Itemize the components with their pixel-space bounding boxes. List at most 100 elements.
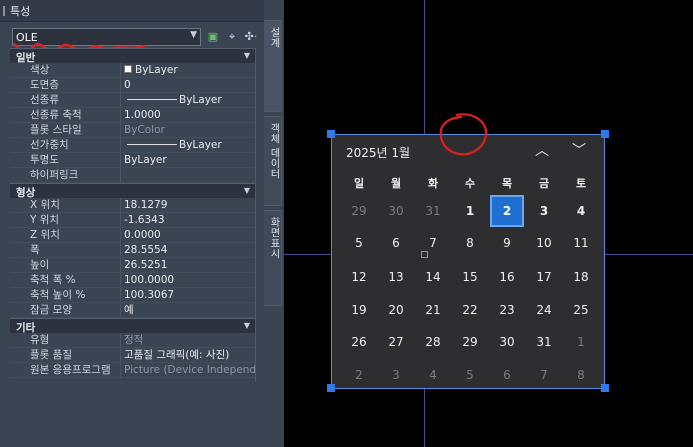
property-value[interactable]: -1.6343 [122,213,256,227]
calendar-day[interactable]: 8 [453,227,487,259]
property-value[interactable]: ByLayer [122,153,256,167]
calendar-day[interactable]: 31 [416,195,450,227]
property-value[interactable]: 18.1279 [122,198,256,212]
property-row[interactable]: 축척 폭 % 100.0000 [10,273,256,288]
selection-grip-top-left[interactable] [327,130,335,138]
property-value[interactable]: 100.0000 [122,273,256,287]
property-row[interactable]: 색상 ByLayer [10,63,256,78]
property-row[interactable]: 잠금 모양 예 [10,303,256,318]
property-value[interactable]: 26.5251 [122,258,256,272]
property-row[interactable]: 플롯 스타일 ByColor [10,123,256,138]
section-header[interactable]: 형상 ▼ [10,183,256,199]
property-row[interactable]: 원본 응용프로그램Picture (Device Independent... [10,363,256,378]
property-row[interactable]: 축척 높이 % 100.3067 [10,288,256,303]
calendar-day[interactable]: 19 [342,294,376,326]
property-value[interactable]: 정적 [122,333,256,347]
tab-design[interactable]: 설계 [264,20,282,112]
calendar-day[interactable]: 3 [527,195,561,227]
calendar-day[interactable]: 7 [527,359,561,391]
calendar-day[interactable]: 25 [564,294,598,326]
calendar-day[interactable]: 30 [379,195,413,227]
property-row[interactable]: 투명도 ByLayer [10,153,256,168]
calendar-day[interactable]: 6 [379,227,413,259]
calendar-day[interactable]: 10 [527,227,561,259]
calendar-day[interactable]: 22 [453,294,487,326]
calendar-day[interactable]: 15 [453,261,487,293]
select-objects-icon[interactable]: ⌖ [224,28,240,45]
section-header[interactable]: 일반 ▼ [10,48,256,64]
property-row[interactable]: 플롯 품질 고품질 그래픽(예: 사진) [10,348,256,363]
calendar-day[interactable]: 9 [490,227,524,259]
property-row[interactable]: 선종류 축척 1.0000 [10,108,256,123]
calendar-day[interactable]: 31 [527,326,561,358]
property-value[interactable]: ByLayer [122,138,256,152]
calendar-day[interactable]: 20 [379,294,413,326]
calendar-day[interactable]: 29 [342,195,376,227]
calendar-day[interactable]: 23 [490,294,524,326]
property-value[interactable]: ByColor [122,123,256,137]
toggle-pickadd-icon[interactable]: ▣ [205,28,221,45]
property-row[interactable]: 높이 26.5251 [10,258,256,273]
calendar-day[interactable]: 6 [490,359,524,391]
calendar-day[interactable]: 27 [379,326,413,358]
collapse-caret-icon[interactable]: ▼ [244,186,250,195]
property-row[interactable]: 선종류 ByLayer [10,93,256,108]
tab-design-label: 설계 [268,27,279,48]
calendar-day[interactable]: 29 [453,326,487,358]
property-value[interactable]: 100.3067 [122,288,256,302]
property-value[interactable] [122,168,256,182]
ole-calendar-image[interactable]: 2025년 1월 ︿ ﹀ 일 월 화 수 목 금 토 29 30 31 1 2 3 4 5 6 7 8 9 10 11 1… [331,134,605,389]
selection-grip-top-right[interactable] [601,130,609,138]
calendar-day[interactable]: 4 [564,195,598,227]
tab-object-data[interactable]: 객체 데이터 [264,116,282,206]
property-row[interactable]: 폭 28.5554 [10,243,256,258]
calendar-day[interactable]: 16 [490,261,524,293]
property-value[interactable]: 0.0000 [122,228,256,242]
quick-select-icon[interactable]: ✣· [243,28,259,45]
property-row[interactable]: X 위치 18.1279 [10,198,256,213]
calendar-day[interactable]: 3 [379,359,413,391]
property-row[interactable]: 선가중치 ByLayer [10,138,256,153]
property-row[interactable]: 도면층 0 [10,78,256,93]
calendar-day[interactable]: 1 [453,195,487,227]
property-value[interactable]: ByLayer [122,93,256,107]
property-value[interactable]: ByLayer [122,63,256,77]
calendar-day[interactable]: 8 [564,359,598,391]
calendar-day[interactable]: 26 [342,326,376,358]
calendar-day[interactable]: 12 [342,261,376,293]
collapse-caret-icon[interactable]: ▼ [244,51,250,60]
calendar-day[interactable]: 30 [490,326,524,358]
tab-display[interactable]: 화면표시 [264,210,282,306]
calendar-day[interactable]: 5 [453,359,487,391]
property-value[interactable]: Picture (Device Independent... [122,363,256,377]
calendar-day[interactable]: 17 [527,261,561,293]
property-value[interactable]: 고품질 그래픽(예: 사진) [122,348,256,362]
property-row[interactable]: Z 위치 0.0000 [10,228,256,243]
calendar-day[interactable]: 5 [342,227,376,259]
property-row[interactable]: 하이퍼링크 [10,168,256,183]
drawing-canvas[interactable]: 2025년 1월 ︿ ﹀ 일 월 화 수 목 금 토 29 30 31 1 2 3 4 5 6 7 8 9 10 11 1… [284,0,693,447]
collapse-caret-icon[interactable]: ▼ [244,321,250,330]
calendar-day[interactable]: 11 [564,227,598,259]
calendar-day[interactable]: 2 [342,359,376,391]
calendar-day[interactable]: 1 [564,326,598,358]
property-value[interactable]: 0 [122,78,256,92]
calendar-day[interactable]: 14 [416,261,450,293]
drag-grip-icon[interactable] [3,6,5,16]
calendar-day[interactable]: 4 [416,359,450,391]
property-row[interactable]: 유형 정적 [10,333,256,348]
calendar-day[interactable]: 13 [379,261,413,293]
property-value[interactable]: 28.5554 [122,243,256,257]
palette-title-bar[interactable]: 특성 [0,0,264,22]
selection-grip-bottom-left[interactable] [327,384,335,392]
selection-grip-bottom-right[interactable] [601,384,609,392]
property-value[interactable]: 1.0000 [122,108,256,122]
calendar-day[interactable]: 28 [416,326,450,358]
calendar-day-selected[interactable]: 2 [490,195,524,227]
section-header[interactable]: 기타 ▼ [10,318,256,334]
property-value[interactable]: 예 [122,303,256,317]
calendar-day[interactable]: 21 [416,294,450,326]
calendar-day[interactable]: 24 [527,294,561,326]
property-row[interactable]: Y 위치 -1.6343 [10,213,256,228]
calendar-day[interactable]: 18 [564,261,598,293]
